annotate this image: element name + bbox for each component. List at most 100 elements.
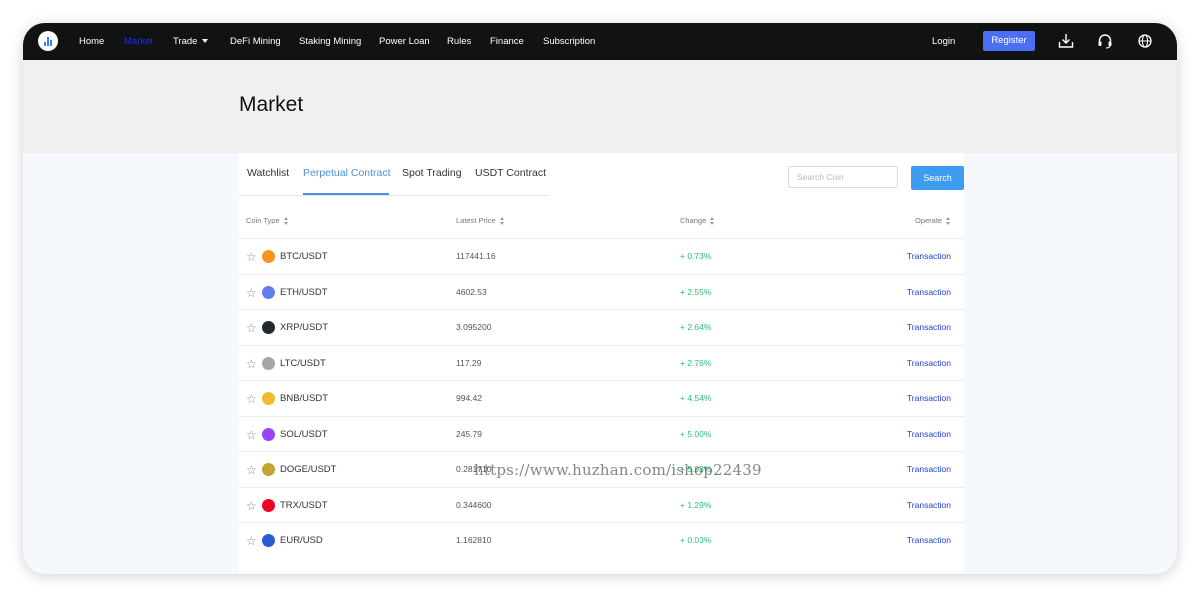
price-change: + 0.73% [680,251,712,261]
price-change: + 0.03% [680,535,712,545]
xrp-icon [262,321,275,334]
page-title: Market [239,93,304,116]
coin-pair: BNB/USDT [280,393,329,404]
star-favorite-icon[interactable]: ☆ [246,251,257,263]
solana-icon [262,427,275,441]
coin-pair: EUR/USD [280,535,323,546]
nav-item-power-loan[interactable]: Power Loan [379,23,430,60]
column-header-label: Change [680,216,707,225]
bitcoin-icon [262,250,275,263]
nav-item-subscription[interactable]: Subscription [543,23,595,60]
transaction-link[interactable]: Transaction [907,322,951,332]
coin-pair: XRP/USDT [280,322,329,333]
nav-item-trade-label: Trade [173,36,198,47]
latest-price: 117.29 [456,357,482,368]
tab-watchlist[interactable]: Watchlist [247,167,289,179]
euro-icon [262,534,275,547]
tab-spot-trading[interactable]: Spot Trading [402,167,462,179]
coin-pair: LTC/USDT [280,357,326,369]
download-icon[interactable] [1057,32,1075,50]
star-favorite-icon[interactable]: ☆ [246,322,257,334]
bnb-icon [262,392,275,405]
sort-icon [946,217,951,226]
price-change: + 1.29% [680,499,712,510]
sort-icon [499,217,505,226]
nav-item-home[interactable]: Home [79,23,104,60]
tab-usdt-contract[interactable]: USDT Contract [475,167,546,179]
star-favorite-icon[interactable]: ☆ [246,535,257,547]
column-header-coin-type[interactable]: Coin Type [246,216,289,226]
litecoin-icon [262,356,275,370]
sort-icon [710,217,715,226]
nav-item-market[interactable]: Market [124,23,153,60]
sort-icon [283,217,289,226]
price-change: + 4.54% [680,393,712,403]
globe-icon[interactable] [1136,32,1154,50]
table-row[interactable]: ☆ EUR/USD 1.162810 + 0.03% Transaction [239,522,964,558]
search-coin-input[interactable] [788,166,898,188]
star-favorite-icon[interactable]: ☆ [246,393,257,405]
headset-icon[interactable] [1096,32,1114,50]
market-table-body: ☆ BTC/USDT 117441.16 + 0.73% Transaction ☆ ETH… [239,238,964,558]
table-row[interactable]: ☆ ETH/USDT 4602.53 + 2.55% Transaction [239,273,964,310]
star-favorite-icon[interactable]: ☆ [246,287,257,299]
column-header-change[interactable]: Change [680,216,715,226]
latest-price: 3.095200 [456,322,492,332]
nav-item-trade[interactable]: Trade [173,23,209,60]
coin-pair: TRX/USDT [280,499,328,511]
transaction-link[interactable]: Transaction [907,500,951,510]
logo[interactable] [38,31,58,51]
star-favorite-icon[interactable]: ☆ [246,464,257,476]
table-row[interactable]: ☆ BTC/USDT 117441.16 + 0.73% Transaction [239,238,964,274]
register-button[interactable]: Register [983,31,1035,51]
transaction-link[interactable]: Transaction [907,535,951,545]
latest-price: 4602.53 [456,286,487,297]
table-row[interactable]: ☆ TRX/USDT 0.344600 + 1.29% Transaction [239,486,964,523]
latest-price: 245.79 [456,428,482,439]
latest-price: 0.344600 [456,499,492,510]
price-change: + 5.00% [680,428,712,439]
nav-item-defi-mining[interactable]: DeFi Mining [230,23,281,60]
column-header-latest-price[interactable]: Latest Price [456,216,505,226]
transaction-link[interactable]: Transaction [907,429,951,439]
price-change: + 2.64% [680,322,712,332]
star-favorite-icon[interactable]: ☆ [246,358,257,370]
watermark-text: https://www.huzhan.com/ishop22439 [474,461,762,479]
nav-item-rules[interactable]: Rules [447,23,471,60]
tab-perpetual-contract[interactable]: Perpetual Contract [303,167,391,179]
column-header-label: Latest Price [456,216,496,225]
latest-price: 117441.16 [456,251,496,261]
coin-pair: SOL/USDT [280,428,328,440]
app-window: Home Market Trade DeFi Mining Staking Mi… [23,23,1177,574]
transaction-link[interactable]: Transaction [907,464,951,474]
transaction-link[interactable]: Transaction [907,358,951,368]
tron-icon [262,498,275,512]
coin-pair: BTC/USDT [280,251,328,262]
ethereum-icon [262,285,275,299]
star-favorite-icon[interactable]: ☆ [246,429,257,441]
price-change: + 2.55% [680,286,712,297]
latest-price: 1.162810 [456,535,492,545]
star-favorite-icon[interactable]: ☆ [246,500,257,512]
search-button[interactable]: Search [911,166,964,190]
column-header-label: Operate [915,216,943,225]
logo-mark-icon [44,36,52,46]
login-link[interactable]: Login [932,23,955,60]
table-row[interactable]: ☆ XRP/USDT 3.095200 + 2.64% Transaction [239,309,964,345]
chevron-down-icon [202,39,209,44]
coin-pair: ETH/USDT [280,286,328,298]
market-panel: Watchlist Perpetual Contract Spot Tradin… [239,153,964,574]
table-row[interactable]: ☆ SOL/USDT 245.79 + 5.00% Transaction [239,415,964,452]
column-header-label: Coin Type [246,216,280,225]
market-tabs: Watchlist Perpetual Contract Spot Tradin… [239,153,549,196]
coin-pair: DOGE/USDT [280,464,337,475]
transaction-link[interactable]: Transaction [907,393,951,403]
table-row[interactable]: ☆ BNB/USDT 994.42 + 4.54% Transaction [239,380,964,416]
nav-item-staking-mining[interactable]: Staking Mining [299,23,361,60]
column-header-operate[interactable]: Operate [915,216,951,226]
transaction-link[interactable]: Transaction [907,251,951,261]
transaction-link[interactable]: Transaction [907,287,951,297]
table-row[interactable]: ☆ LTC/USDT 117.29 + 2.76% Transaction [239,344,964,381]
price-change: + 2.76% [680,357,712,368]
nav-item-finance[interactable]: Finance [490,23,524,60]
